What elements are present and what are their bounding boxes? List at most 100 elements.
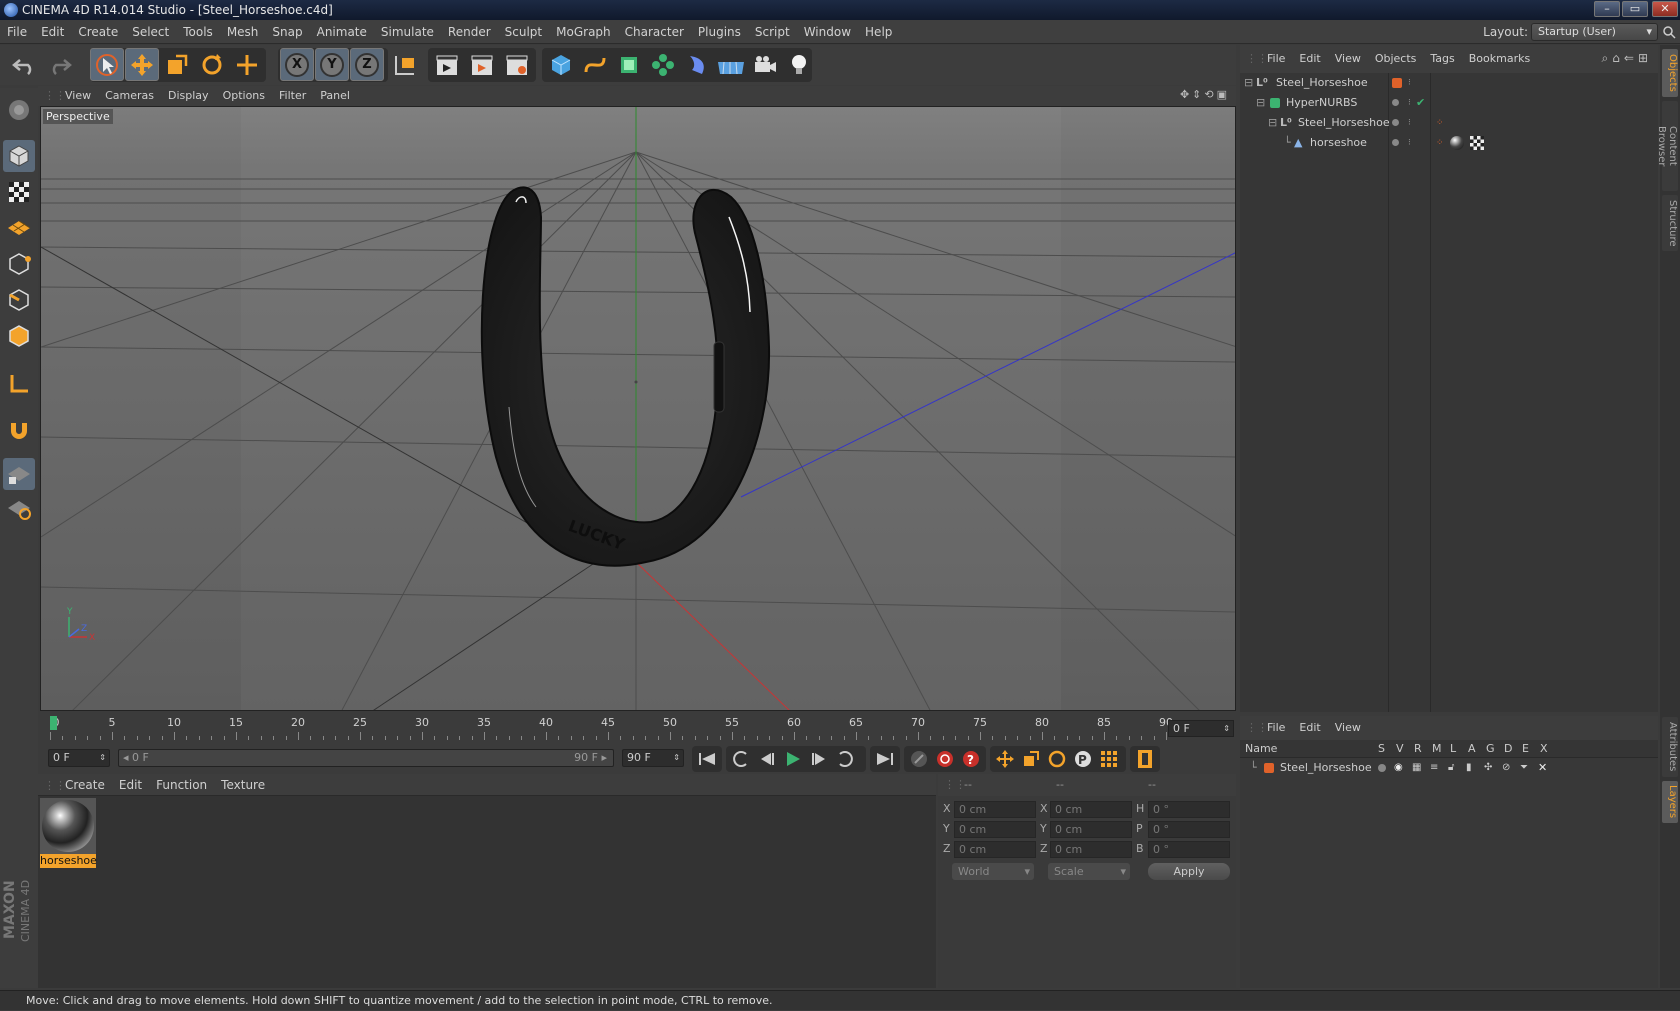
menu-character[interactable]: Character [618, 20, 691, 44]
material-tag-icon[interactable] [1450, 136, 1464, 150]
viewport-menu-cameras[interactable]: Cameras [98, 86, 161, 106]
rotation-h-field[interactable]: 0 ° [1148, 801, 1230, 818]
start-frame-field[interactable]: 0 F ⇕ [48, 749, 110, 767]
next-frame-button[interactable] [806, 747, 832, 771]
axis-mode-button[interactable] [3, 368, 35, 400]
tree-row[interactable]: ⊟ L⁰ Steel_Horseshoe ⁝ [1240, 73, 1658, 93]
key-pla-button[interactable] [1096, 747, 1122, 771]
x-axis-lock-button[interactable]: X [280, 48, 314, 81]
layer-col-xref[interactable]: X [1540, 740, 1548, 758]
size-z-field[interactable]: 0 cm [1050, 841, 1132, 858]
enabled-check-icon[interactable]: ✔ [1416, 93, 1425, 113]
tab-layers[interactable]: Layers [1662, 781, 1678, 823]
viewport-menu-view[interactable]: View [58, 86, 98, 106]
previous-frame-button[interactable] [754, 747, 780, 771]
layer-col-name[interactable]: Name [1245, 740, 1277, 758]
animation-toggle-icon[interactable]: ▮ [1466, 758, 1472, 778]
timeline[interactable]: 051015202530354045505560657075808590 0 F… [40, 714, 1236, 744]
menu-help[interactable]: Help [858, 20, 899, 44]
render-toggle-icon[interactable]: ▦ [1412, 758, 1421, 778]
layer-col-render[interactable]: R [1414, 740, 1422, 758]
spinner-icon[interactable]: ⇕ [673, 750, 680, 766]
layer-col-solo[interactable]: S [1378, 740, 1385, 758]
object-menu-bookmarks[interactable]: Bookmarks [1462, 45, 1537, 73]
key-rotation-button[interactable] [1044, 747, 1070, 771]
layer-color-swatch[interactable] [1264, 763, 1274, 773]
layer-col-expressions[interactable]: E [1522, 740, 1529, 758]
position-y-field[interactable]: 0 cm [954, 821, 1036, 838]
object-nav-icons[interactable]: ⌕⌂⇐⊞ [1602, 51, 1652, 66]
layer-col-deformers[interactable]: D [1504, 740, 1512, 758]
layer-menu-file[interactable]: File [1260, 716, 1292, 740]
record-button[interactable] [932, 747, 958, 771]
material-menu-create[interactable]: Create [58, 774, 112, 796]
snap-button[interactable] [3, 414, 35, 446]
array-button[interactable] [646, 48, 680, 81]
workplane-align-button[interactable] [3, 492, 35, 524]
eye-icon[interactable]: ◉ [1394, 758, 1403, 778]
viewport-menu-filter[interactable]: Filter [272, 86, 313, 106]
object-tree[interactable]: ⊟ L⁰ Steel_Horseshoe ⁝ ⊟ HyperNURBS ⁝ ✔ … [1240, 73, 1658, 712]
play-button[interactable] [780, 747, 806, 771]
expression-toggle-icon[interactable]: ⏷ [1520, 758, 1528, 778]
render-picture-viewer-button[interactable] [465, 48, 499, 81]
menu-sculpt[interactable]: Sculpt [498, 20, 549, 44]
light-button[interactable] [782, 48, 816, 81]
render-view-button[interactable] [430, 48, 464, 81]
layer-dot-icon[interactable] [1392, 99, 1399, 106]
menu-create[interactable]: Create [71, 20, 125, 44]
search-icon[interactable] [1662, 25, 1676, 39]
rotate-tool-button[interactable] [195, 48, 229, 81]
menu-plugins[interactable]: Plugins [691, 20, 748, 44]
current-frame-field[interactable]: 0 F ⇕ [1168, 720, 1234, 737]
cube-object-button[interactable] [544, 48, 578, 81]
camera-button[interactable] [748, 48, 782, 81]
timeline-ruler[interactable]: 051015202530354045505560657075808590 [50, 714, 1173, 740]
layer-col-animation[interactable]: A [1468, 740, 1476, 758]
polygons-mode-button[interactable] [3, 320, 35, 352]
y-axis-lock-button[interactable]: Y [315, 48, 349, 81]
scene-floor-button[interactable] [714, 48, 748, 81]
viewport-menu-panel[interactable]: Panel [313, 86, 357, 106]
collapse-icon[interactable]: ⊟ [1268, 113, 1277, 133]
model-mode-button[interactable] [3, 140, 35, 172]
visibility-dots-icon[interactable]: ⁝ [1408, 113, 1411, 133]
collapse-icon[interactable]: ⊟ [1256, 93, 1265, 113]
xref-toggle-icon[interactable]: ✕ [1538, 758, 1547, 778]
viewport-menu-display[interactable]: Display [161, 86, 216, 106]
frame-range-slider[interactable]: ◂ 0 F 90 F ▸ [118, 749, 614, 767]
tab-structure[interactable]: Structure [1662, 195, 1678, 251]
workplane-mode-button[interactable] [3, 212, 35, 244]
layer-menu-edit[interactable]: Edit [1292, 716, 1327, 740]
menu-snap[interactable]: Snap [265, 20, 309, 44]
undo-button[interactable] [8, 48, 42, 81]
uvw-tag-icon[interactable] [1470, 136, 1484, 150]
layer-col-view[interactable]: V [1396, 740, 1404, 758]
object-menu-view[interactable]: View [1328, 45, 1368, 73]
menu-animate[interactable]: Animate [310, 20, 374, 44]
menu-tools[interactable]: Tools [176, 20, 220, 44]
playhead[interactable] [50, 716, 57, 730]
coordinate-system-button[interactable] [388, 48, 422, 81]
layer-color-icon[interactable] [1392, 78, 1402, 88]
workplane-lock-button[interactable] [3, 458, 35, 490]
render-settings-button[interactable] [500, 48, 534, 81]
material-menu-edit[interactable]: Edit [112, 774, 149, 796]
tree-row[interactable]: ⊟ L⁰ Steel_Horseshoe ⁝ ⁘ [1240, 113, 1658, 133]
solo-toggle-icon[interactable] [1378, 764, 1386, 772]
coordinate-mode-select[interactable]: Scale ▾ [1048, 863, 1130, 880]
texture-mode-button[interactable] [3, 176, 35, 208]
menu-script[interactable]: Script [748, 20, 797, 44]
layer-dot-icon[interactable] [1392, 139, 1399, 146]
deformer-button[interactable] [680, 48, 714, 81]
lock-icon[interactable]: 🔓︎ [1448, 758, 1454, 778]
z-axis-lock-button[interactable]: Z [350, 48, 384, 81]
apply-button[interactable]: Apply [1148, 863, 1230, 880]
size-y-field[interactable]: 0 cm [1050, 821, 1132, 838]
viewport-menu-options[interactable]: Options [216, 86, 272, 106]
rotation-b-field[interactable]: 0 ° [1148, 841, 1230, 858]
deformer-toggle-icon[interactable]: ⊘ [1502, 758, 1510, 778]
layer-col-generators[interactable]: G [1486, 740, 1495, 758]
layer-menu-view[interactable]: View [1328, 716, 1368, 740]
previous-keyframe-button[interactable] [728, 747, 754, 771]
